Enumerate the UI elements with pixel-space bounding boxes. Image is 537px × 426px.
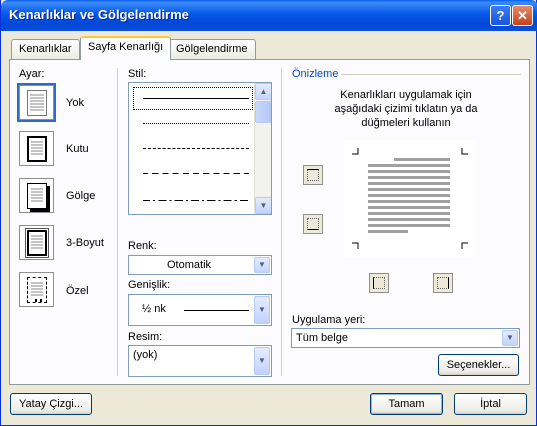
right-border-button[interactable]	[433, 273, 453, 293]
left-border-button[interactable]	[369, 273, 389, 293]
setting-shadow-button[interactable]	[19, 178, 54, 213]
color-label: Renk:	[128, 240, 157, 252]
tab-golgelendirme[interactable]: Gölgelendirme	[168, 39, 256, 59]
setting-shadow-label[interactable]: Gölge	[66, 190, 95, 202]
preview-text-line	[368, 230, 408, 233]
chevron-down-icon[interactable]: ▼	[254, 347, 270, 375]
preview-text-line	[368, 164, 450, 167]
ok-button[interactable]: Tamam	[370, 393, 443, 415]
divider	[281, 68, 282, 376]
tab-sayfa-kenarligi[interactable]: Sayfa Kenarlığı	[80, 36, 172, 60]
border-bottom-icon	[307, 218, 319, 230]
chevron-down-icon[interactable]: ▼	[254, 257, 270, 273]
preview-text-line	[368, 188, 450, 191]
preview-text-line	[368, 194, 450, 197]
style-option-dotted[interactable]	[143, 123, 249, 124]
bottom-border-button[interactable]	[303, 214, 323, 234]
color-select[interactable]: Otomatik ▼	[128, 255, 272, 275]
art-label: Resim:	[128, 331, 163, 343]
border-left-icon	[373, 277, 385, 289]
settings-label: Ayar:	[19, 68, 45, 80]
preview-text-line	[368, 176, 450, 179]
help-button[interactable]: ?	[490, 5, 511, 26]
page-custom-icon	[27, 277, 47, 303]
style-label: Stil:	[128, 68, 147, 80]
setting-3d-label[interactable]: 3-Boyut	[66, 237, 104, 249]
setting-3d-button[interactable]	[19, 225, 54, 260]
width-label: Genişlik:	[128, 279, 171, 291]
color-value: Otomatik	[167, 259, 212, 271]
page-3d-icon	[25, 228, 49, 258]
style-scrollbar[interactable]: ▲ ▼	[254, 83, 271, 214]
preview-text-line	[368, 224, 450, 227]
border-top-icon	[307, 169, 319, 181]
window-title: Kenarlıklar ve Gölgelendirme	[9, 7, 189, 22]
style-option-dash-dot[interactable]	[143, 200, 249, 201]
divider	[341, 74, 521, 75]
setting-box-label[interactable]: Kutu	[66, 143, 89, 155]
scroll-down-icon[interactable]: ▼	[255, 197, 271, 214]
chevron-down-icon[interactable]: ▼	[254, 296, 270, 324]
style-option-long-dash[interactable]	[143, 173, 249, 174]
horizontal-line-button[interactable]: Yatay Çizgi...	[10, 393, 92, 415]
apply-to-label: Uygulama yeri:	[292, 314, 366, 326]
divider	[117, 68, 118, 376]
page-box-icon	[27, 136, 47, 162]
apply-to-value: Tüm belge	[296, 332, 348, 344]
apply-to-select[interactable]: Tüm belge ▼	[291, 328, 520, 348]
setting-none-button[interactable]	[17, 83, 56, 122]
preview-instruction: Kenarlıkları uygulamak için aşağıdaki çi…	[334, 89, 478, 129]
tab-kenarliklar[interactable]: Kenarlıklar	[11, 39, 80, 59]
close-button[interactable]: ✕	[512, 5, 533, 26]
setting-box-button[interactable]	[19, 131, 54, 166]
tab-label: Gölgelendirme	[176, 43, 248, 55]
border-right-icon	[437, 277, 449, 289]
page-none-icon	[27, 90, 47, 116]
preview-text-line	[368, 218, 450, 221]
style-option-dashed[interactable]	[143, 148, 249, 149]
setting-custom-button[interactable]	[19, 272, 54, 307]
tab-label: Kenarlıklar	[19, 43, 72, 55]
tab-label: Sayfa Kenarlığı	[88, 41, 164, 53]
style-option-solid[interactable]	[143, 98, 249, 99]
scroll-thumb[interactable]	[255, 101, 271, 123]
preview-text-line	[368, 206, 450, 209]
setting-custom-label[interactable]: Özel	[66, 285, 89, 297]
preview-page[interactable]	[344, 140, 476, 257]
page-shadow-icon	[27, 183, 47, 209]
top-border-button[interactable]	[303, 165, 323, 185]
width-value: ½ nk	[142, 303, 166, 315]
options-button[interactable]: Seçenekler...	[438, 354, 519, 376]
chevron-down-icon[interactable]: ▼	[502, 330, 518, 346]
preview-text-line	[368, 212, 450, 215]
preview-text-line	[394, 158, 450, 161]
width-select[interactable]: ½ nk ▼	[128, 294, 272, 326]
scroll-up-icon[interactable]: ▲	[255, 83, 271, 100]
preview-text-line	[368, 170, 450, 173]
preview-text-line	[368, 182, 450, 185]
style-listbox[interactable]: ▲ ▼	[128, 82, 272, 215]
title-bar[interactable]: Kenarlıklar ve Gölgelendirme ? ✕	[1, 0, 537, 31]
preview-label: Önizleme	[292, 68, 339, 80]
cancel-button[interactable]: İptal	[454, 393, 527, 415]
art-select[interactable]: (yok) ▼	[128, 345, 272, 377]
preview-text-line	[368, 200, 450, 203]
art-value: (yok)	[133, 349, 158, 361]
setting-none-label[interactable]: Yok	[66, 97, 84, 109]
dialog-window: Kenarlıklar ve Gölgelendirme ? ✕ Kenarlı…	[0, 0, 537, 426]
width-sample-line	[184, 310, 249, 311]
